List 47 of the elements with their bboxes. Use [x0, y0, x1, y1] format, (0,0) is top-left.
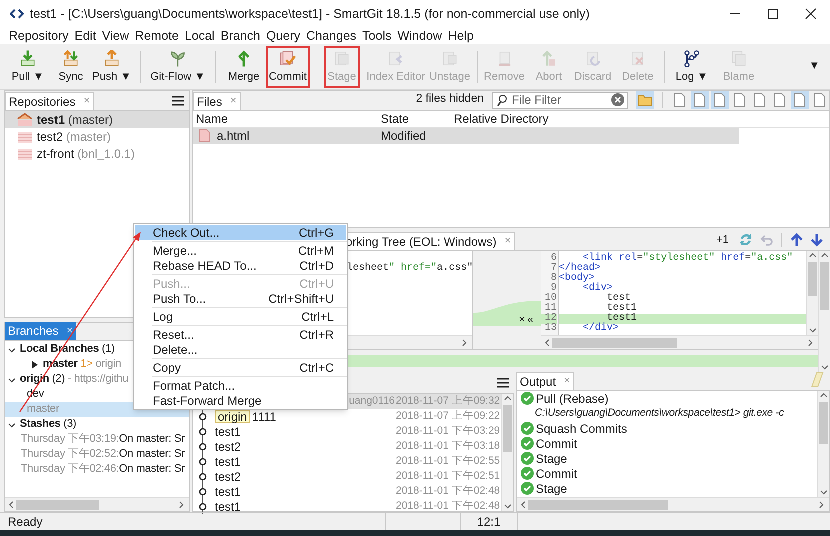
commit-date: 2018-11-07 上午09:22 [396, 408, 501, 424]
code-line: <link rel="stylesheet" href="a.css" [583, 254, 794, 264]
code-line: <div> [582, 284, 614, 294]
line-number: 6 [550, 254, 557, 264]
command-line: C:\Users\guang\Documents\workspace\test1> git.exe -c [534, 406, 786, 421]
code-line: test [606, 294, 632, 304]
commit-message: 1111 [252, 408, 276, 426]
commit-date: 2018-11-01 下午03:29 [396, 424, 501, 439]
file-name: a.html [217, 128, 250, 145]
commit-date: 2018-11-01 下午02:51 [396, 468, 501, 484]
code-line: test1 [606, 304, 638, 314]
commit-date: 2018-11-01 下午02:48 [396, 484, 501, 499]
window-title: test1 - [C:\Users\guang\Documents\workspace\test1] - SmartGit 18.1.5 (for non-commercial use only) [30, 6, 590, 23]
cursor-position: 12:1 [477, 514, 501, 530]
change-count: +1 [716, 232, 729, 248]
output-entry: Stage [536, 480, 568, 497]
output-entry: Squash Commits [536, 420, 628, 438]
commit-date: 2018-11-01 下午02:55 [396, 454, 501, 469]
commit-date: 2018-11-01 下午03:18 [396, 438, 501, 454]
line-number: 7 [550, 264, 557, 274]
code-line: </div> [582, 324, 620, 334]
hidden-files-count: 2 files hidden [416, 92, 484, 108]
line-number: 8 [550, 274, 557, 284]
output-entry: Pull (Rebase) [536, 391, 609, 408]
line-number: 13 [544, 324, 557, 334]
code-line: lesheet" href="a.css" [347, 264, 472, 274]
commit-date: 2018-11-07 上午09:32 [396, 394, 501, 409]
commit-message: test2 [215, 438, 242, 456]
output-entry: Commit [536, 466, 578, 482]
code-line: </head> [559, 264, 602, 274]
line-number: 12 [541, 314, 557, 324]
commit-message: test1 [215, 484, 242, 500]
commit-message: test1 [215, 454, 242, 470]
code-line: <body> [559, 274, 596, 284]
output-entry: Commit [536, 436, 578, 452]
line-number: 11 [544, 304, 557, 314]
commit-message: test1 [215, 424, 242, 440]
commit-message: test1 [215, 498, 242, 516]
line-number: 9 [550, 284, 557, 294]
commit-date: 2018-11-01 下午02:48 [396, 498, 501, 514]
status-message: Ready [7, 514, 44, 530]
commit-message: test2 [215, 468, 242, 486]
output-entry: Stage [536, 450, 568, 468]
ref-tag: origin [215, 410, 250, 423]
commit-author: uang0116 [349, 394, 395, 409]
line-number: 10 [544, 294, 557, 304]
file-state: Modified [381, 128, 426, 145]
